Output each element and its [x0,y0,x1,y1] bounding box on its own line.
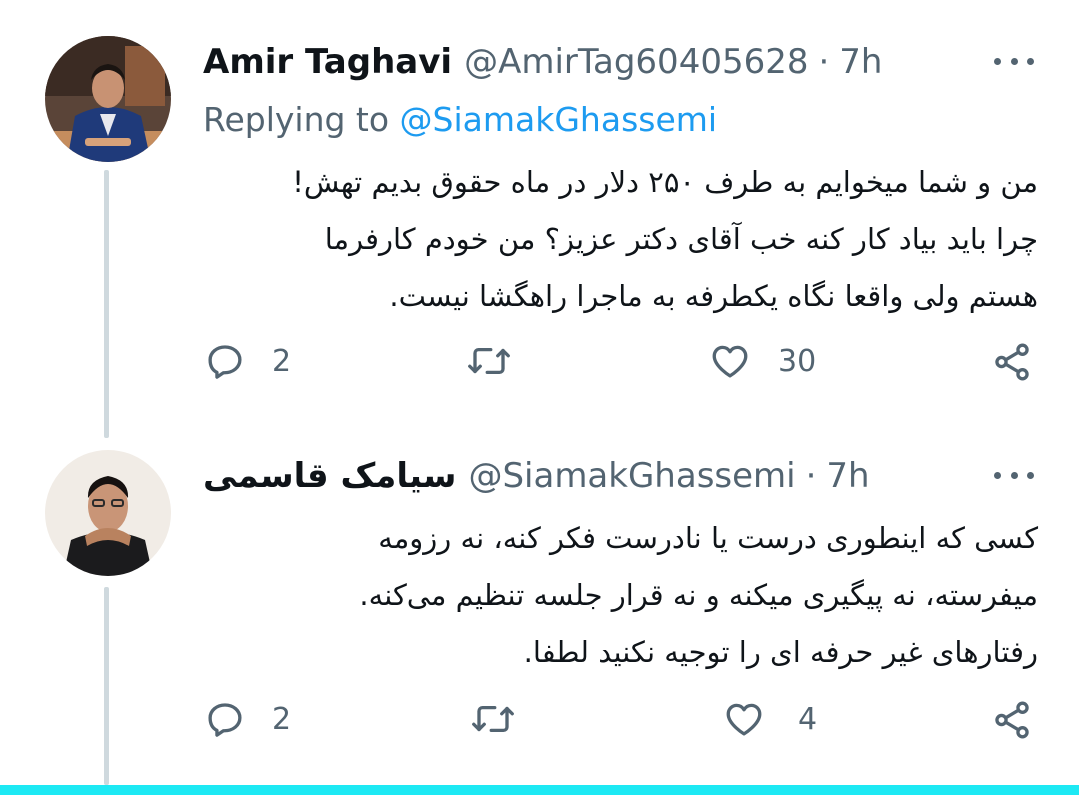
more-icon[interactable] [994,460,1034,490]
tweet-amir[interactable]: Amir Taghavi @AmirTag60405628 · 7h Reply… [0,0,1079,420]
author-name[interactable]: سیامک قاسمی [203,456,456,496]
tweet-actions: 2 4 [0,698,1079,748]
author-handle[interactable]: @SiamakGhassemi [468,456,795,496]
tweet-text-line: هستم ولی واقعا نگاه یکطرفه به ماجرا راهگ… [389,279,1038,313]
tweet-text-line: رفتارهای غیر حرفه ای را توجیه نکنید لطفا… [523,635,1038,669]
tweet-actions: 2 30 [0,340,1079,390]
timestamp[interactable]: 7h [839,42,882,82]
retweet-icon [472,705,514,733]
tweet-text-line: کسی که اینطوری درست یا نادرست فکر کنه، ن… [378,521,1038,555]
timestamp[interactable]: 7h [826,456,869,496]
tweet-siamak[interactable]: سیامک قاسمی @SiamakGhassemi · 7h کسی که … [0,440,1079,785]
tweet-header: سیامک قاسمی @SiamakGhassemi · 7h [203,456,1019,496]
tweet-header: Amir Taghavi @AmirTag60405628 · 7h [203,42,1019,82]
tweet-text-line: من و شما میخوایم به طرف ۲۵۰ دلار در ماه … [292,165,1038,199]
tweet-text-line: چرا باید بیاد کار کنه خب آقای دکتر عزیز؟… [324,222,1038,256]
tweet-text: کسی که اینطوری درست یا نادرست فکر کنه، ن… [200,510,1038,681]
share-icon [995,343,1029,381]
share-button[interactable] [991,340,1033,384]
separator-dot: · [818,42,830,82]
like-icon [726,703,762,736]
tweet-text: من و شما میخوایم به طرف ۲۵۰ دلار در ماه … [200,154,1038,325]
share-button[interactable] [991,698,1033,742]
avatar-amir[interactable] [45,36,171,162]
tweet-text-line: میفرسته، نه پیگیری میکنه و نه قرار جلسه … [359,578,1038,612]
author-name[interactable]: Amir Taghavi [203,42,452,82]
like-button[interactable]: 30 [708,340,816,382]
retweet-button[interactable] [470,698,516,740]
reply-count: 2 [272,343,292,379]
replying-prefix: Replying to [203,100,390,139]
reply-button[interactable]: 2 [204,340,291,382]
author-handle[interactable]: @AmirTag60405628 [464,42,808,82]
separator-dot: · [805,456,817,496]
more-icon[interactable] [994,46,1034,76]
reply-button[interactable]: 2 [204,698,291,740]
reply-icon [208,345,242,379]
mention-link[interactable]: @SiamakGhassemi [400,100,718,139]
reply-count: 2 [272,701,292,737]
retweet-button[interactable] [466,340,512,382]
like-count: 4 [798,701,818,737]
retweet-icon [468,347,510,375]
reply-icon [208,703,242,737]
like-icon [712,345,748,378]
avatar-siamak[interactable] [45,450,171,576]
bottom-accent-bar [0,785,1079,795]
share-icon [995,701,1029,739]
like-count: 30 [778,343,817,379]
replying-to: Replying to @SiamakGhassemi [203,100,717,139]
like-button[interactable]: 4 [722,698,817,740]
